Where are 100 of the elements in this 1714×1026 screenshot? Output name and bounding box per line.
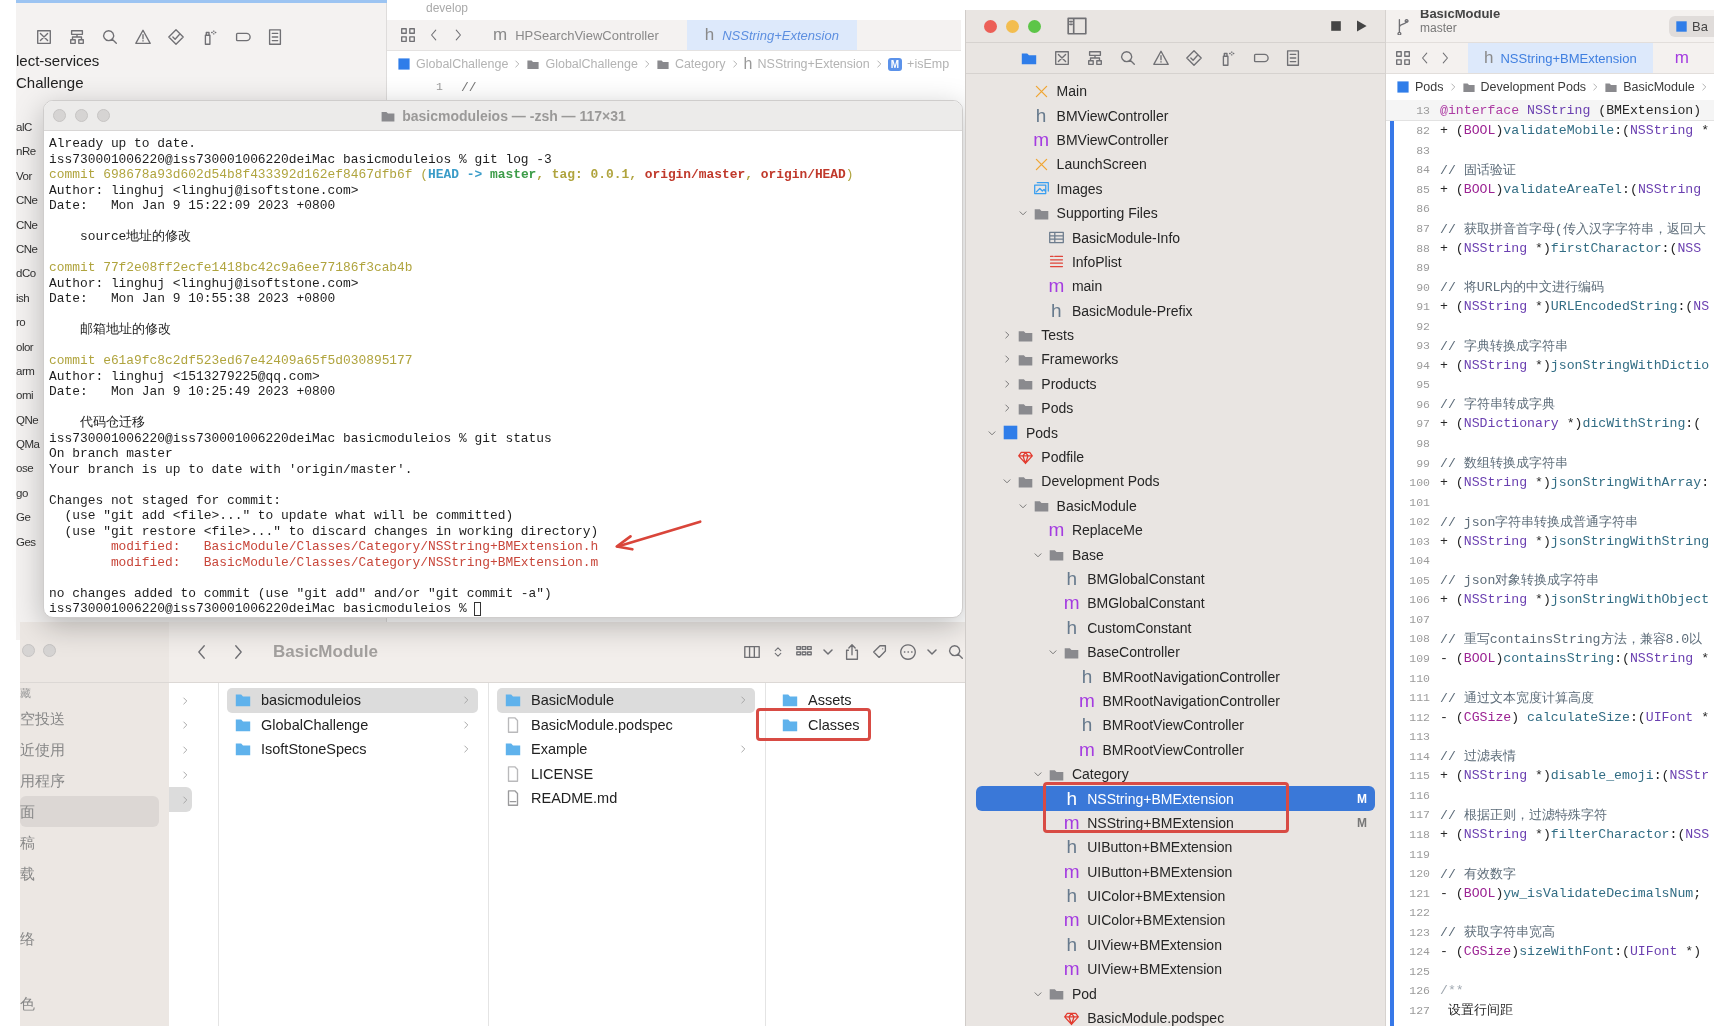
navigator-item[interactable]: Base (966, 542, 1375, 567)
warning-icon[interactable] (1151, 49, 1170, 67)
file-row[interactable]: BasicModule.podspec (497, 712, 755, 737)
file-row[interactable]: Classes (774, 712, 955, 737)
navigator-item[interactable]: LaunchScreen (966, 152, 1375, 177)
navigator-item[interactable]: m main (966, 274, 1375, 299)
terminal-text: commit e61a9fc8c2df523ed67e42409a65f5d030895177 (49, 353, 413, 369)
sidebar-item[interactable]: QNe (16, 407, 39, 433)
sidebar-item[interactable]: olor (16, 334, 34, 359)
search-icon[interactable] (101, 28, 119, 46)
sidebar-item[interactable]: arm (16, 358, 35, 384)
navigator-item[interactable]: Frameworks (966, 347, 1375, 372)
branch-icon (1394, 17, 1412, 35)
warning-icon[interactable] (134, 28, 152, 46)
navigator-item[interactable]: m BMGlobalConstant (966, 591, 1375, 616)
sidebar-item[interactable]: alC (16, 115, 32, 140)
navigator-item[interactable]: h UIColor+BMExtension (966, 883, 1375, 909)
navigator-item[interactable]: Pod (966, 981, 1375, 1006)
file-row[interactable]: GlobalChallenge (227, 712, 478, 737)
breadcrumb-item[interactable]: BasicModule (1604, 80, 1695, 94)
sidebar-item[interactable]: lect-services (16, 50, 386, 72)
navigator-item[interactable]: h CustomConstant (966, 615, 1375, 640)
navigator-item[interactable]: h BasicModule-Prefix (966, 298, 1375, 323)
navigator-item[interactable]: h BMRootViewController (966, 713, 1375, 738)
code-line: // 通过文本宽度计算高度 (1440, 689, 1594, 707)
diamond-icon[interactable] (1184, 49, 1203, 67)
sidebar-item[interactable]: ish (16, 285, 30, 311)
navigator-item[interactable]: m ReplaceMe (966, 518, 1375, 543)
navigator-item[interactable]: Images (966, 176, 1375, 201)
file-row[interactable]: basicmoduleios (227, 688, 478, 713)
navigator-item[interactable]: BaseController (966, 640, 1375, 665)
close-box-icon[interactable] (1052, 49, 1071, 67)
sidebar-toggle-icon[interactable] (1066, 15, 1088, 37)
navigator-item[interactable]: Tests (966, 322, 1375, 348)
hierarchy-icon[interactable] (68, 28, 86, 46)
file-row[interactable]: Assets (774, 688, 955, 713)
navigator-item[interactable]: BasicModule.podspec (966, 1005, 1375, 1026)
navigator-item[interactable]: Pods (966, 420, 1375, 445)
scheme-selector[interactable]: Ba (1669, 15, 1714, 37)
navigator-item[interactable]: Development Pods (966, 469, 1375, 494)
navigator-item[interactable]: m BMRootViewController (966, 737, 1375, 762)
navigator-item[interactable]: h UIView+BMExtension (966, 932, 1375, 958)
navigator-item[interactable]: m UIButton+BMExtension (966, 859, 1375, 884)
sidebar-item[interactable]: Challenge (16, 72, 386, 94)
columns-view-icon[interactable] (743, 643, 761, 661)
navigator-item[interactable]: Podfile (966, 444, 1375, 470)
grid-icon[interactable] (399, 26, 417, 44)
sidebar-item[interactable]: nRe (16, 139, 36, 164)
sidebar-item[interactable]: Vor (16, 163, 32, 189)
sidebar-item[interactable]: Ges (16, 529, 36, 555)
close-button[interactable] (984, 19, 997, 33)
navigator-item[interactable]: Main (966, 79, 1375, 104)
file-row[interactable]: README.md (497, 786, 755, 811)
navigator-item[interactable]: m UIColor+BMExtension (966, 908, 1375, 933)
search-icon[interactable] (947, 643, 965, 661)
navigator-item[interactable]: h BMViewController (966, 103, 1375, 128)
list-icon[interactable] (266, 28, 284, 46)
editor-tab[interactable]: m (1658, 43, 1705, 73)
hierarchy-icon[interactable] (1085, 49, 1104, 67)
share-icon[interactable] (843, 643, 861, 661)
sidebar-item[interactable]: dCo (16, 261, 36, 286)
diamond-icon[interactable] (167, 28, 185, 46)
stop-icon[interactable] (1328, 18, 1344, 34)
navigator-item[interactable]: Products (966, 371, 1375, 397)
navigator-item[interactable]: Category (966, 761, 1375, 787)
navigator-item[interactable]: m BMViewController (966, 127, 1375, 153)
sidebar-item[interactable]: go (16, 480, 28, 506)
close-box-icon[interactable] (35, 28, 53, 46)
line-number: 99 (1415, 456, 1430, 470)
sidebar-item[interactable]: QMa (16, 432, 40, 457)
navigator-item[interactable]: h UIButton+BMExtension (966, 835, 1375, 860)
grid-icon[interactable] (1394, 49, 1412, 67)
navigator-item[interactable]: Supporting Files (966, 200, 1375, 226)
sidebar-item[interactable]: CNe (16, 188, 38, 213)
sidebar-item[interactable]: ose (16, 456, 34, 481)
line-number: 112 (1408, 710, 1430, 724)
tag-icon[interactable] (871, 643, 889, 661)
navigator-item[interactable]: BasicModule-Info (966, 225, 1375, 250)
breadcrumb-item[interactable]: Development Pods (1461, 80, 1587, 94)
sidebar-item[interactable]: Ge (16, 505, 31, 530)
navigator-item[interactable]: h BMRootNavigationController (966, 664, 1375, 689)
file-row[interactable]: Example (497, 737, 755, 762)
navigator-item[interactable]: InfoPlist (966, 249, 1375, 275)
search-icon[interactable] (1118, 49, 1137, 67)
sidebar-item[interactable]: CNe (16, 236, 38, 262)
navigator-item[interactable]: BasicModule (966, 493, 1375, 519)
navigator-item[interactable]: m BMRootNavigationController (966, 688, 1375, 714)
navigator-item[interactable]: h NSString+BMExtension M (976, 786, 1375, 811)
file-row[interactable]: BasicModule (497, 688, 755, 713)
sidebar-item[interactable]: CNe (16, 212, 38, 237)
file-row[interactable]: IsoftStoneSpecs (227, 737, 478, 762)
more-icon[interactable] (899, 643, 917, 661)
navigator-item[interactable]: h BMGlobalConstant (966, 566, 1375, 592)
navigator-item[interactable]: m NSString+BMExtension M (966, 810, 1375, 836)
breadcrumb-item[interactable]: Pods (1396, 80, 1444, 94)
sidebar-item[interactable]: ro (16, 310, 26, 335)
sidebar-item[interactable]: omi (16, 383, 34, 408)
navigator-item[interactable]: m UIView+BMExtension (966, 957, 1375, 982)
navigator-item[interactable]: Pods (966, 396, 1375, 421)
file-row[interactable]: LICENSE (497, 761, 755, 786)
